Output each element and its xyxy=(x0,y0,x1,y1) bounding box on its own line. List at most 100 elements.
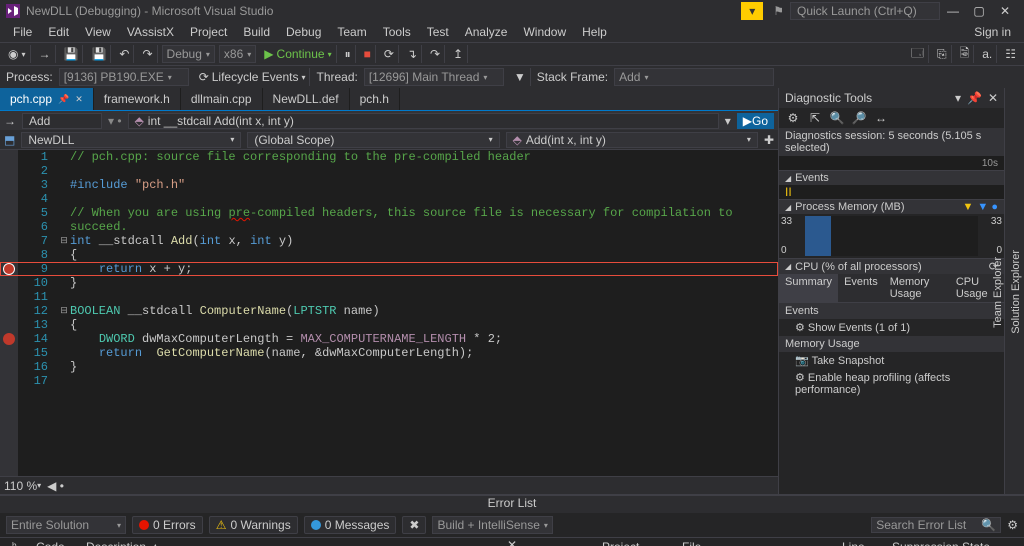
maximize-button[interactable]: ▢ xyxy=(966,2,992,20)
events-section-header[interactable]: ◢Events xyxy=(779,171,1004,185)
col-file[interactable]: File xyxy=(682,540,832,546)
continue-button[interactable]: ▶ Continue ▾ xyxy=(260,45,336,63)
redo-button[interactable]: ↷ xyxy=(138,45,157,63)
settings-icon[interactable]: ⚙ xyxy=(1007,518,1018,532)
step-into-button[interactable]: ↴ xyxy=(403,45,422,63)
process-dropdown[interactable]: [9136] PB190.EXE▾ xyxy=(59,68,189,86)
split-icon[interactable]: ✚ xyxy=(764,133,774,147)
step-over-button[interactable]: ↷ xyxy=(426,45,445,63)
toolbar-icon[interactable]: ☷ xyxy=(1001,45,1020,63)
stack-frame-dropdown[interactable]: Add▾ xyxy=(614,68,774,86)
config-dropdown[interactable]: Debug▾ xyxy=(162,45,215,63)
go-button[interactable]: ▶ Go xyxy=(737,113,774,129)
solution-explorer-tab[interactable]: Solution Explorer xyxy=(1008,244,1024,340)
show-events-link[interactable]: ⚙ Show Events (1 of 1) xyxy=(779,319,1004,336)
global-scope-combo[interactable]: (Global Scope)▾ xyxy=(247,132,499,148)
nav-member-combo[interactable]: ⬘int __stdcall Add(int x, int y) xyxy=(128,113,719,129)
code-content[interactable]: // pch.cpp: source file corresponding to… xyxy=(70,150,778,476)
zoom-out-icon[interactable]: 🔎 xyxy=(851,110,867,126)
nav-forward-button[interactable]: → xyxy=(35,45,56,63)
minimize-button[interactable]: — xyxy=(940,2,966,20)
save-all-button[interactable]: 💾 xyxy=(87,45,111,63)
breakpoint-icon[interactable] xyxy=(3,333,15,345)
menu-analyze[interactable]: Analyze xyxy=(458,23,515,41)
menu-project[interactable]: Project xyxy=(183,23,234,41)
menu-build[interactable]: Build xyxy=(236,23,277,41)
nav-dropdown-icon[interactable]: ▾ xyxy=(725,114,731,128)
menu-edit[interactable]: Edit xyxy=(41,23,76,41)
diagnostic-timeline[interactable]: 10s xyxy=(779,156,1004,170)
menu-help[interactable]: Help xyxy=(575,23,614,41)
issue-indicator[interactable]: ◀ • xyxy=(47,479,64,493)
select-tool-icon[interactable]: ⇱ xyxy=(807,110,823,126)
thread-filter-icon[interactable]: ▼ xyxy=(510,68,531,86)
stop-debug-button[interactable]: ■ xyxy=(360,45,376,63)
team-explorer-tab[interactable]: Team Explorer xyxy=(990,251,1006,334)
errors-filter-pill[interactable]: 0 Errors xyxy=(132,516,203,534)
platform-dropdown[interactable]: x86▾ xyxy=(219,45,256,63)
breakpoint-current-icon[interactable] xyxy=(3,263,15,275)
menu-view[interactable]: View xyxy=(78,23,118,41)
nav-back-button[interactable]: ◉ ▾ xyxy=(4,45,31,63)
flag-icon[interactable]: ⚑ xyxy=(767,4,790,18)
reset-view-icon[interactable]: ↔ xyxy=(873,110,889,126)
toolbar-icon[interactable]: a. xyxy=(978,45,997,63)
undo-button[interactable]: ↶ xyxy=(115,45,134,63)
quick-launch-input[interactable]: Quick Launch (Ctrl+Q) xyxy=(790,2,940,20)
error-search-input[interactable]: Search Error List🔍 xyxy=(871,517,1001,533)
clear-filter-button[interactable]: ✖ xyxy=(402,516,426,534)
error-scope-dropdown[interactable]: Entire Solution▾ xyxy=(6,516,126,534)
panel-pin-icon[interactable]: 📌 xyxy=(967,91,982,105)
zoom-combo[interactable]: 110 % xyxy=(4,479,37,493)
function-scope-combo[interactable]: ⬘Add(int x, int y)▾ xyxy=(506,132,758,148)
break-all-button[interactable]: ⏸ xyxy=(341,45,356,63)
col-code[interactable]: Code xyxy=(36,540,76,546)
fold-gutter[interactable]: ⊟⊟ xyxy=(58,150,70,476)
col-suppression[interactable]: Suppression State xyxy=(892,540,1012,546)
take-snapshot-button[interactable]: 📷 Take Snapshot xyxy=(779,352,1004,369)
code-editor[interactable]: 1234567891011121314151617 ⊟⊟ // pch.cpp:… xyxy=(0,150,778,476)
messages-filter-pill[interactable]: 0 Messages xyxy=(304,516,397,534)
menu-tools[interactable]: Tools xyxy=(376,23,418,41)
menu-vassistx[interactable]: VAssistX xyxy=(120,23,181,41)
panel-close-icon[interactable]: ✕ xyxy=(988,91,998,105)
close-button[interactable]: ✕ xyxy=(992,2,1018,20)
diag-tab-memory[interactable]: Memory Usage xyxy=(884,274,950,302)
toolbar-icon[interactable]: 🗔 xyxy=(907,45,929,63)
notification-filter-button[interactable]: ▾ xyxy=(741,2,763,20)
tab-dllmain-cpp[interactable]: dllmain.cpp xyxy=(181,88,263,110)
build-source-dropdown[interactable]: Build + IntelliSense▾ xyxy=(432,516,552,534)
zoom-in-icon[interactable]: 🔍 xyxy=(829,110,845,126)
nav-dropdown-icon[interactable]: ▾ • xyxy=(108,114,122,128)
tab-newdll-def[interactable]: NewDLL.def xyxy=(263,88,350,110)
col-project[interactable]: Project xyxy=(602,540,672,546)
gear-icon[interactable]: ⚙ xyxy=(785,110,801,126)
enable-heap-profiling-button[interactable]: ⚙ Enable heap profiling (affects perform… xyxy=(779,369,1004,398)
cpu-section-header[interactable]: ◢CPU (% of all processors)⟳ xyxy=(779,259,1004,274)
memory-section-header[interactable]: ◢Process Memory (MB)▼ ▼ ● xyxy=(779,200,1004,214)
col-line[interactable]: Line xyxy=(842,540,882,546)
warnings-filter-pill[interactable]: ⚠0 Warnings xyxy=(209,516,298,534)
pin-icon[interactable]: 📌 xyxy=(58,94,69,105)
restart-debug-button[interactable]: ⟳ xyxy=(380,45,399,63)
menu-window[interactable]: Window xyxy=(516,23,573,41)
menu-file[interactable]: File xyxy=(6,23,39,41)
toolbar-icon[interactable]: 🗟 xyxy=(956,45,975,63)
step-out-button[interactable]: ↥ xyxy=(449,45,468,63)
menu-test[interactable]: Test xyxy=(420,23,456,41)
thread-dropdown[interactable]: [12696] Main Thread▾ xyxy=(364,68,504,86)
nav-left-combo[interactable]: Add xyxy=(22,113,102,129)
close-tab-icon[interactable]: ✕ xyxy=(75,94,83,105)
sign-in-link[interactable]: Sign in xyxy=(967,23,1018,41)
col-description[interactable]: Description ▲ xyxy=(86,540,592,546)
tab-pch-cpp[interactable]: pch.cpp📌✕ xyxy=(0,88,94,110)
project-scope-combo[interactable]: NewDLL▾ xyxy=(21,132,241,148)
panel-dropdown-icon[interactable]: ▾ xyxy=(955,91,961,105)
menu-team[interactable]: Team xyxy=(330,23,373,41)
diag-tab-summary[interactable]: Summary xyxy=(779,274,838,302)
col-icon[interactable]: ᵇ xyxy=(12,540,26,546)
diag-tab-events[interactable]: Events xyxy=(838,274,884,302)
lifecycle-events-button[interactable]: ⟳ Lifecycle Events ▾ xyxy=(195,68,311,86)
memory-graph[interactable] xyxy=(805,216,978,256)
save-button[interactable]: 💾 xyxy=(60,45,84,63)
